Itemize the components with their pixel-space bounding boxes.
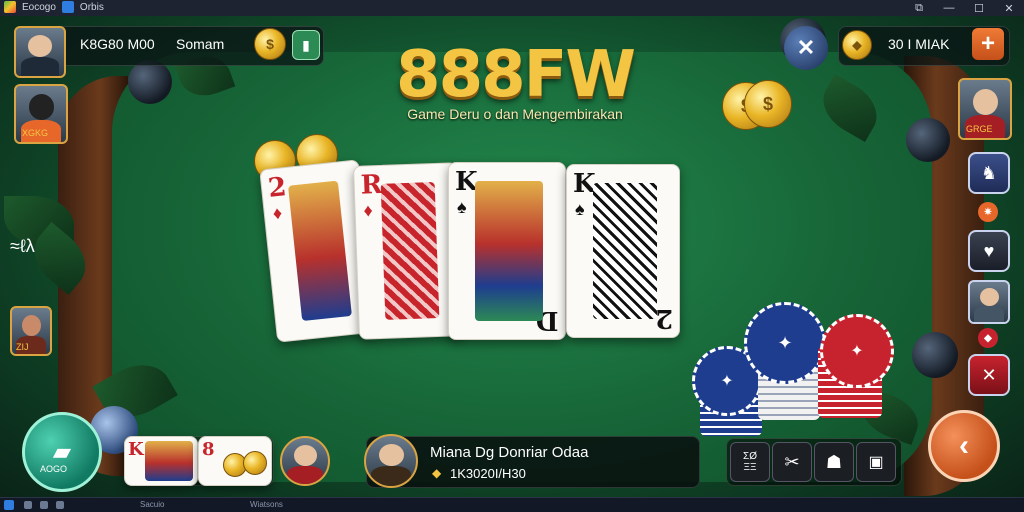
poker-chip-blue[interactable]: ✦: [744, 302, 826, 384]
fire-icon[interactable]: ✷: [978, 202, 998, 222]
king-illustration: [145, 441, 193, 481]
heart-icon[interactable]: ♥: [968, 230, 1010, 272]
task-icon[interactable]: [40, 501, 48, 509]
brand-title: 888FW: [396, 38, 636, 112]
action-button-1[interactable]: ΣØ ΞΞ: [730, 442, 770, 482]
task-icon[interactable]: [56, 501, 64, 509]
card-rank-bottom: 2: [654, 303, 673, 333]
coins-icon: ◆: [842, 30, 872, 60]
decor-ball: [912, 332, 958, 378]
window-controls: ⧉ — ☐ ✕: [904, 0, 1024, 16]
add-funds-button[interactable]: +: [972, 28, 1004, 60]
card-pattern: [593, 183, 657, 319]
alert-icon[interactable]: ◆: [978, 328, 998, 348]
gold-coin-decor: $: [744, 80, 792, 128]
card-suit: ♦: [363, 200, 374, 221]
hand-card-1[interactable]: K: [124, 436, 198, 486]
card-rank: K: [128, 439, 144, 460]
info-line-1: Miana Dg Donriar Odaa: [430, 444, 589, 461]
table-card-2[interactable]: R ♦: [352, 162, 464, 340]
task-icon[interactable]: [24, 501, 32, 509]
deal-button-label: AOGO: [40, 464, 68, 474]
card-pattern: [380, 182, 440, 320]
brand-tagline: Game Deru o dan Mengembirakan: [407, 106, 623, 122]
right-player-label: GRGE: [966, 124, 993, 134]
player-avatar[interactable]: [14, 26, 66, 78]
taskbar-item-2[interactable]: Wiatsons: [250, 500, 283, 510]
decor-ball: [906, 118, 950, 162]
left-player-label: XGKG: [22, 128, 49, 138]
info-line-2: 1K3020I/H30: [450, 466, 526, 481]
deal-button[interactable]: ▰: [22, 412, 102, 492]
balance-amount: 30 I MIAK: [888, 36, 950, 52]
poker-chip-red[interactable]: ✦: [820, 314, 894, 388]
king-illustration: [288, 180, 352, 322]
table-card-3[interactable]: K ♠ D: [448, 162, 566, 340]
table-card-4[interactable]: K ♠ 2: [566, 164, 680, 338]
left-small-avatar-label: ZIJ: [16, 342, 29, 352]
app-title-group: Eocogo Orbis: [4, 1, 104, 13]
card-rank: 8: [202, 439, 215, 460]
close-button[interactable]: ✕: [784, 26, 828, 70]
player-name: Somam: [176, 36, 225, 52]
coin-icon[interactable]: $: [254, 28, 286, 60]
start-icon[interactable]: [4, 500, 14, 510]
card-suit: ♠: [575, 199, 585, 219]
close-window-icon[interactable]: ✕: [994, 0, 1024, 16]
minimize-icon[interactable]: —: [934, 0, 964, 16]
right-side-avatar[interactable]: [968, 280, 1010, 324]
card-suit: ♦: [271, 202, 284, 224]
info-avatar[interactable]: [364, 434, 418, 488]
os-taskbar: Sacuio Wiatsons: [0, 497, 1024, 512]
app-title: Eocogo: [22, 1, 56, 13]
crossed-tools-icon[interactable]: ✕: [968, 354, 1010, 396]
hand-card-2[interactable]: 8: [198, 436, 272, 486]
game-scene: K8G80 M00 Somam $ ▮ XGKG ≈ℓλ ZIJ 888FW G…: [0, 16, 1024, 498]
taskbar-item-1[interactable]: Sacuio: [140, 500, 164, 510]
back-button[interactable]: ‹: [928, 410, 1000, 482]
gold-coins-icon: [243, 451, 267, 475]
window-titlebar: Eocogo Orbis ⧉ — ☐ ✕: [0, 0, 1024, 16]
card-rank: 2: [266, 172, 288, 204]
left-side-text: ≈ℓλ: [10, 236, 35, 256]
king-illustration: [475, 181, 543, 321]
tab-title[interactable]: Orbis: [80, 2, 104, 13]
maximize-icon[interactable]: ☐: [964, 0, 994, 16]
coin-small-icon: ◆: [432, 466, 442, 480]
app-logo-icon: [4, 1, 16, 13]
elephant-icon[interactable]: ♞: [968, 152, 1010, 194]
tab-icon[interactable]: [61, 1, 74, 13]
brand-logo: 888FW Game Deru o dan Mengembirakan: [370, 40, 660, 122]
card-rank: R: [360, 169, 383, 201]
bell-icon[interactable]: ☗: [814, 442, 854, 482]
tools-icon[interactable]: ✂: [772, 442, 812, 482]
card-suit: ♠: [457, 197, 467, 217]
decor-ball: [128, 60, 172, 104]
gamepad-icon[interactable]: ▣: [856, 442, 896, 482]
wallet-icon[interactable]: ▮: [292, 30, 320, 60]
restore-icon[interactable]: ⧉: [904, 0, 934, 16]
dealer-avatar[interactable]: [280, 436, 330, 486]
player-id: K8G80 M00: [80, 36, 155, 52]
